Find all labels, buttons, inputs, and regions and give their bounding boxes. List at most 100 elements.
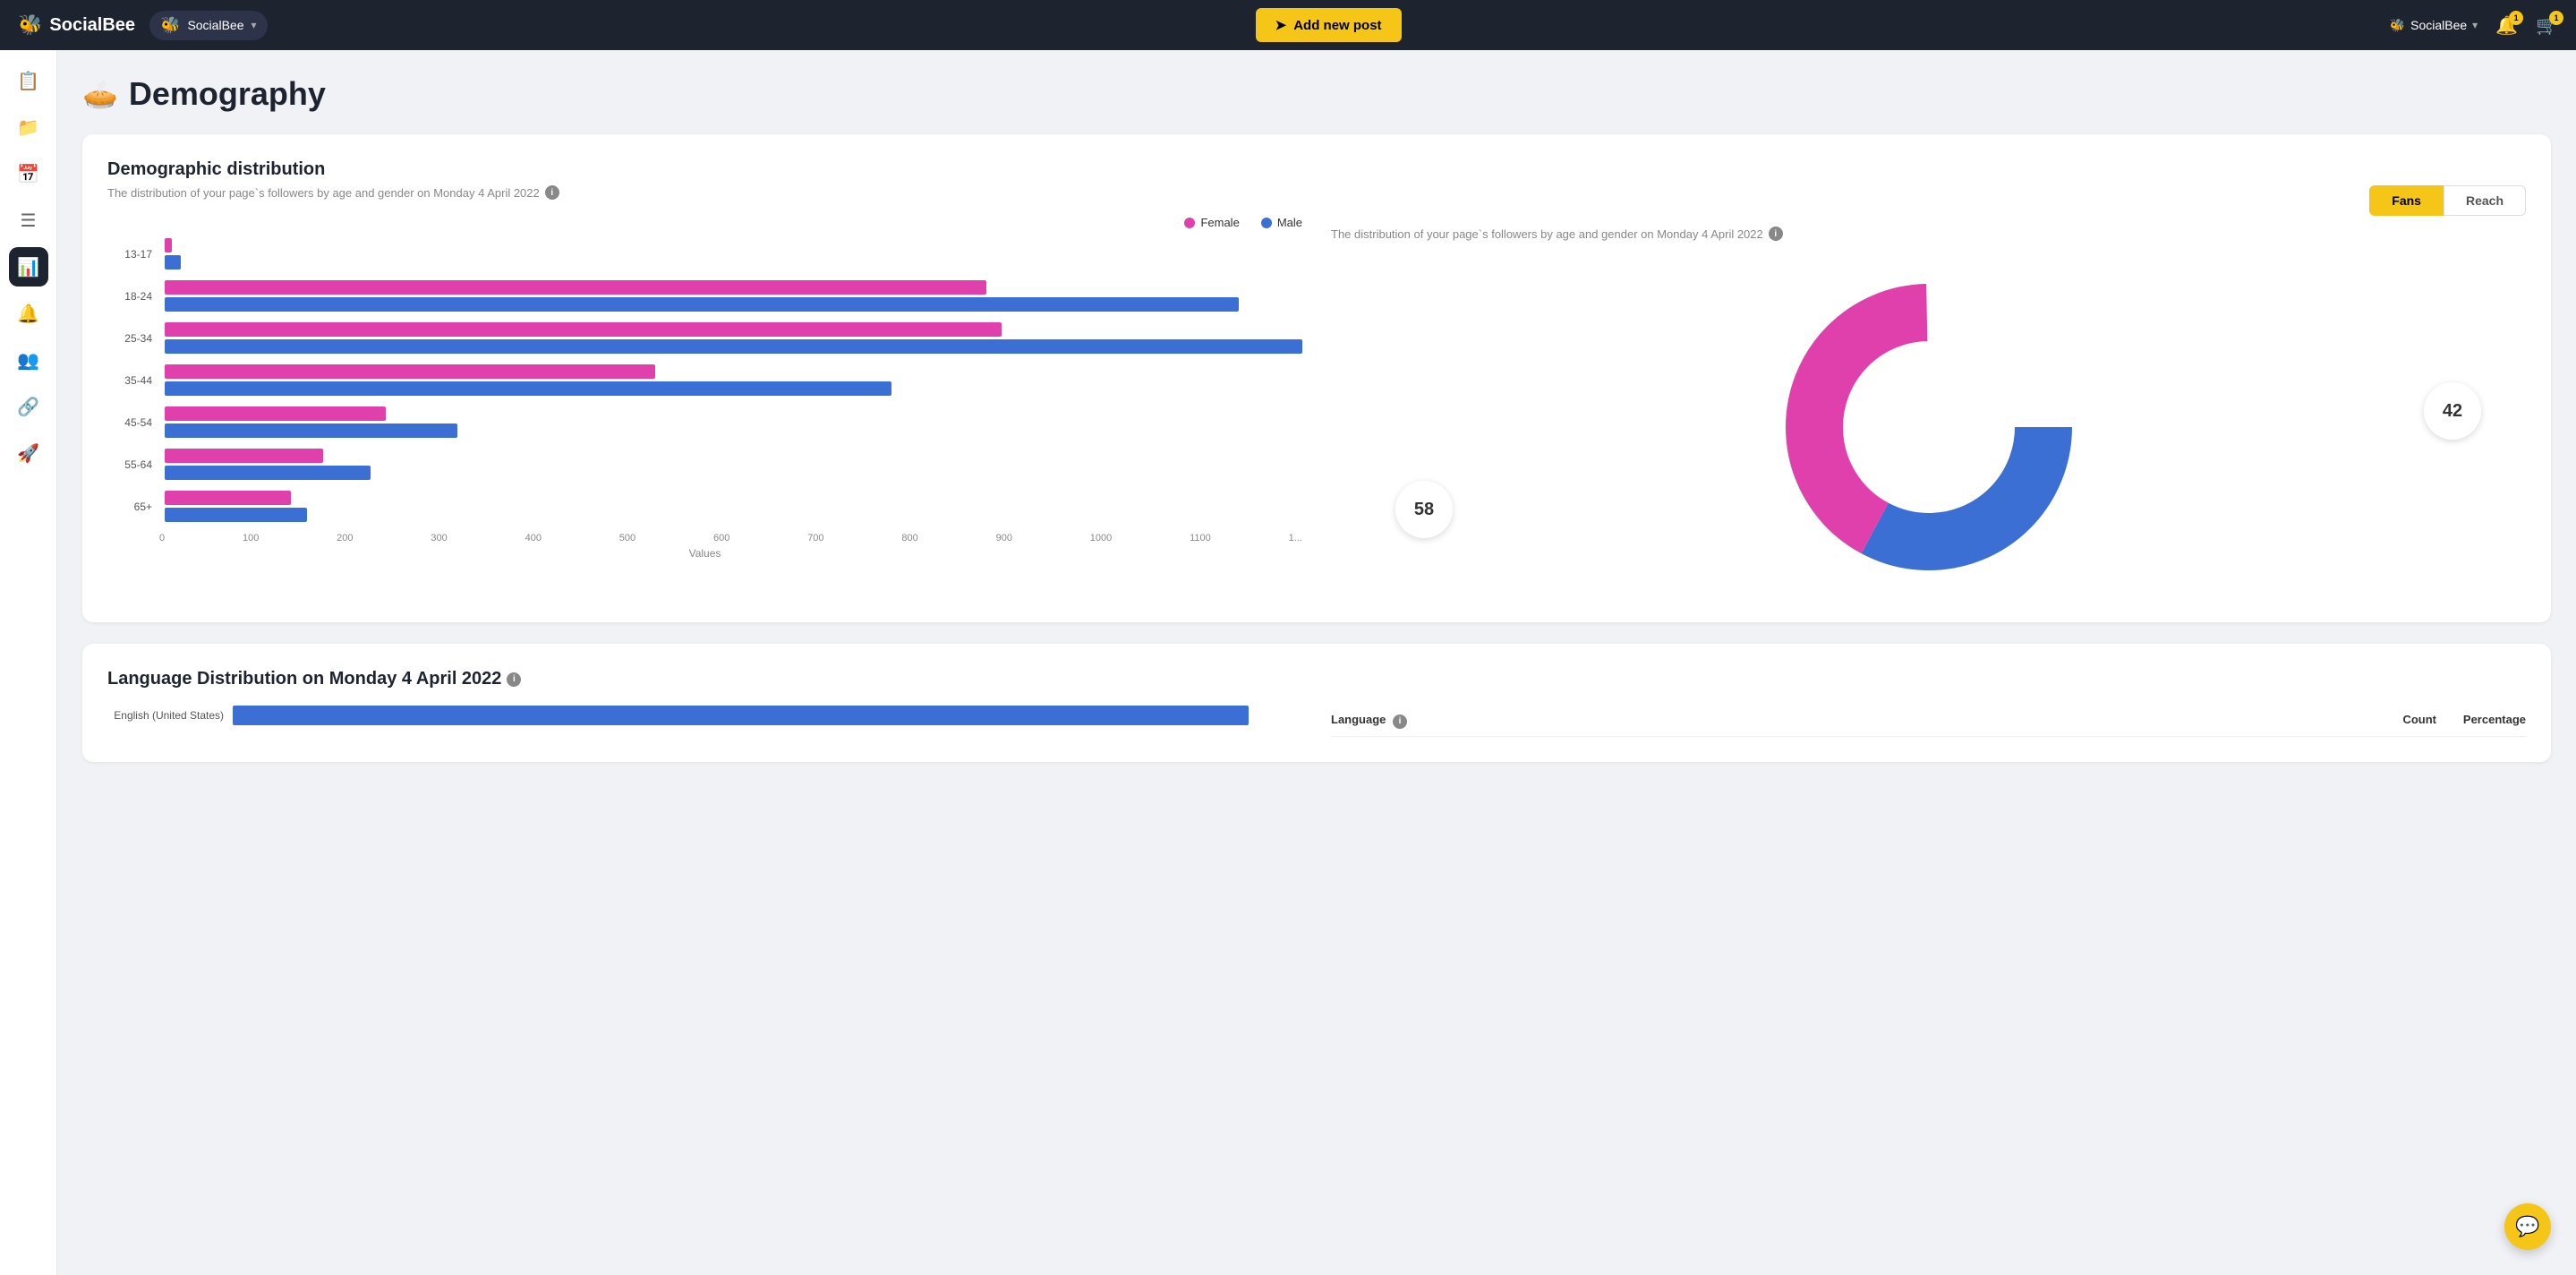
send-icon: ➤: [1275, 17, 1287, 33]
list-icon: ☰: [21, 210, 37, 232]
sidebar-item-calendar[interactable]: 📅: [9, 154, 48, 193]
fans-reach-tabs: Fans Reach: [1331, 185, 2526, 216]
bar-group-13-17: 13-17: [107, 238, 1302, 270]
demographic-distribution-card: Demographic distribution The distributio…: [82, 134, 2551, 622]
female-label: Female: [1200, 216, 1239, 229]
bar-male-13-17: [165, 255, 181, 270]
sidebar: 📋 📁 📅 ☰ 📊 🔔 👥 🔗 🚀: [0, 50, 57, 1275]
bar-group-25-34: 25-34: [107, 322, 1302, 354]
chart-legend: Female Male: [107, 216, 1302, 229]
notifications-button[interactable]: 🔔 1: [2495, 14, 2518, 37]
account-switcher[interactable]: 🐝 SocialBee ▾: [149, 11, 268, 40]
bar-group-45-54: 45-54: [107, 406, 1302, 438]
card-title-demographic: Demographic distribution: [107, 159, 2526, 180]
lang-col-header-language: Language i: [1331, 713, 2347, 729]
bar-female-13-17: [165, 238, 172, 252]
sidebar-item-folder[interactable]: 📁: [9, 107, 48, 147]
x-axis-tick: 100: [243, 533, 259, 543]
user-name: SocialBee: [2410, 18, 2467, 32]
bar-chart-section: The distribution of your page`s follower…: [107, 185, 1302, 597]
bar-label-45-54: 45-54: [107, 416, 152, 429]
lang-card-title: Language Distribution on Monday 4 April …: [107, 669, 2526, 689]
inbox-icon: 🔔: [17, 303, 39, 325]
x-axis-tick: 700: [807, 533, 823, 543]
x-axis-tick: 400: [525, 533, 542, 543]
notification-badge: 1: [2509, 11, 2523, 25]
bar-pair-18-24: [165, 280, 1302, 312]
x-axis-title: Values: [107, 547, 1302, 560]
sidebar-item-inbox[interactable]: 🔔: [9, 294, 48, 333]
lang-bar-english: [233, 706, 1249, 725]
bar-subtitle-info-icon[interactable]: i: [545, 185, 559, 200]
nav-right: 🐝 SocialBee ▾ 🔔 1 🛒 1: [2390, 14, 2558, 37]
bar-female-55-64: [165, 449, 323, 463]
bar-pair-45-54: [165, 406, 1302, 438]
bar-group-65+: 65+: [107, 491, 1302, 522]
chevron-down-icon: ▾: [251, 19, 256, 31]
sidebar-item-rocket[interactable]: 🚀: [9, 433, 48, 473]
bar-pair-13-17: [165, 238, 1302, 270]
clipboard-icon: 📋: [17, 70, 39, 92]
logo[interactable]: 🐝 SocialBee: [18, 13, 135, 37]
x-axis-tick: 300: [431, 533, 447, 543]
links-icon: 🔗: [17, 396, 39, 418]
logo-text: SocialBee: [49, 15, 135, 36]
sidebar-item-clipboard[interactable]: 📋: [9, 61, 48, 100]
male-legend-dot: [1261, 218, 1272, 228]
donut-info-icon[interactable]: i: [1769, 227, 1783, 241]
lang-info-icon[interactable]: i: [507, 672, 521, 687]
bar-female-35-44: [165, 364, 655, 379]
chat-widget[interactable]: 💬: [2504, 1203, 2551, 1250]
add-post-label: Add new post: [1293, 18, 1381, 33]
bar-label-55-64: 55-64: [107, 458, 152, 471]
sidebar-item-audience[interactable]: 👥: [9, 340, 48, 380]
sidebar-item-analytics[interactable]: 📊: [9, 247, 48, 287]
x-axis-tick: 1000: [1090, 533, 1112, 543]
bar-pair-65+: [165, 491, 1302, 522]
bar-male-35-44: [165, 381, 891, 396]
bar-female-65+: [165, 491, 291, 505]
bar-female-18-24: [165, 280, 986, 295]
bar-label-13-17: 13-17: [107, 248, 152, 261]
lang-table: Language i Count Percentage: [1331, 706, 2526, 737]
cart-button[interactable]: 🛒 1: [2536, 14, 2558, 37]
user-chevron-icon: ▾: [2472, 19, 2478, 31]
lang-bar-row-english: English (United States): [107, 706, 1302, 725]
x-axis-tick: 900: [996, 533, 1012, 543]
audience-icon: 👥: [17, 349, 39, 372]
lang-col-header-percentage: Percentage: [2436, 713, 2526, 729]
x-axis-tick: 200: [337, 533, 353, 543]
bar-label-65+: 65+: [107, 501, 152, 513]
bar-group-35-44: 35-44: [107, 364, 1302, 396]
lang-bar-chart: English (United States): [107, 706, 1302, 737]
add-new-post-button[interactable]: ➤ Add new post: [1256, 8, 1402, 42]
lang-bar-label-english: English (United States): [107, 709, 224, 722]
user-bee-icon: 🐝: [2390, 18, 2405, 33]
bar-male-25-34: [165, 339, 1302, 354]
language-distribution-card: Language Distribution on Monday 4 April …: [82, 644, 2551, 762]
top-navigation: 🐝 SocialBee 🐝 SocialBee ▾ ➤ Add new post…: [0, 0, 2576, 50]
fans-tab[interactable]: Fans: [2369, 185, 2444, 216]
legend-female: Female: [1184, 216, 1239, 229]
account-name: SocialBee: [187, 18, 243, 32]
user-menu[interactable]: 🐝 SocialBee ▾: [2390, 18, 2478, 33]
bar-pair-25-34: [165, 322, 1302, 354]
sidebar-item-links[interactable]: 🔗: [9, 387, 48, 426]
bar-male-55-64: [165, 466, 371, 480]
reach-tab[interactable]: Reach: [2444, 185, 2526, 216]
sidebar-item-list[interactable]: ☰: [9, 201, 48, 240]
bar-label-35-44: 35-44: [107, 374, 152, 387]
female-legend-dot: [1184, 218, 1195, 228]
main-content: 🥧 Demography Demographic distribution Th…: [57, 50, 2576, 1275]
bar-chart-groups: 13-17 18-24 25-34 35-44 45-5: [107, 238, 1302, 522]
logo-icon: 🐝: [18, 13, 42, 37]
analytics-icon: 📊: [17, 256, 39, 278]
lang-col-info-icon[interactable]: i: [1393, 715, 1407, 729]
x-axis-tick: 500: [619, 533, 635, 543]
nav-left: 🐝 SocialBee 🐝 SocialBee ▾: [18, 11, 268, 40]
donut-chart-section: Fans Reach The distribution of your page…: [1331, 185, 2526, 597]
donut-center: [1850, 348, 2008, 506]
page-title-icon: 🥧: [82, 77, 118, 111]
x-axis-tick: 800: [901, 533, 917, 543]
bar-pair-55-64: [165, 449, 1302, 480]
